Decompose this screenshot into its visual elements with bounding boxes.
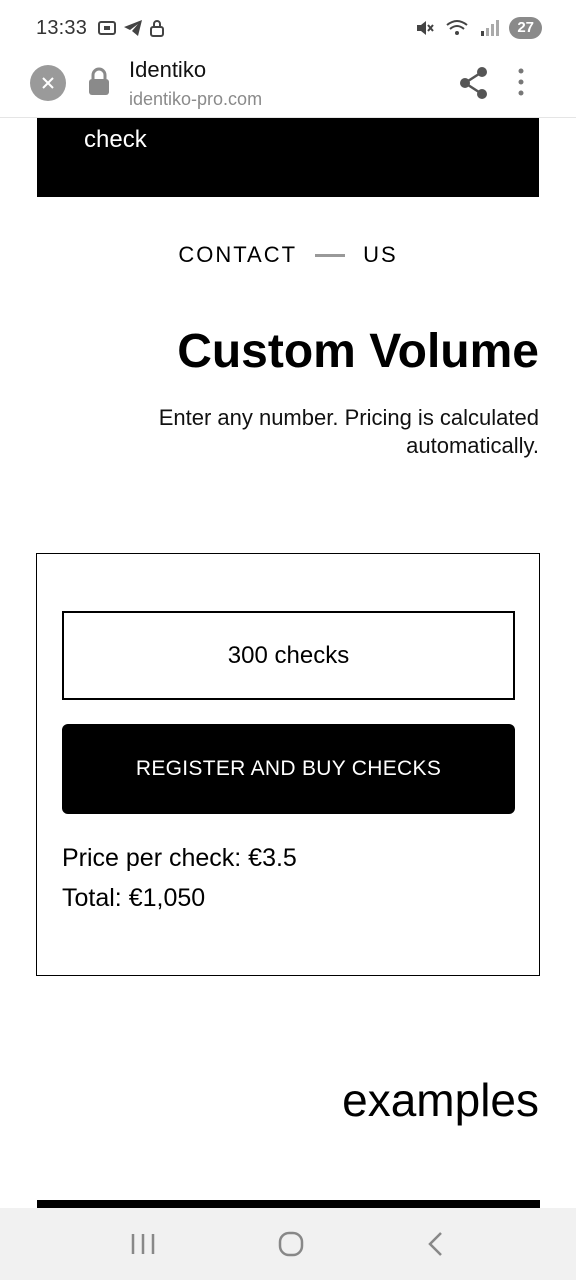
back-icon[interactable]: [425, 1230, 447, 1258]
telegram-icon: [124, 20, 143, 36]
battery-indicator: 27: [509, 17, 542, 39]
lock-icon: [150, 20, 165, 37]
status-time: 13:33: [36, 16, 88, 39]
price-per-check: Price per check: €3.5: [62, 844, 297, 872]
banner-text: check: [84, 126, 147, 153]
register-and-buy-button[interactable]: REGISTER AND BUY CHECKS: [62, 724, 515, 814]
close-tab-button[interactable]: [30, 65, 66, 101]
us-word: US: [363, 242, 398, 267]
site-url[interactable]: identiko-pro.com: [129, 89, 262, 110]
signal-icon: [481, 20, 500, 36]
custom-volume-title: Custom Volume: [177, 325, 539, 378]
section-divider: [37, 1200, 540, 1208]
share-icon[interactable]: [458, 66, 490, 100]
total-price: Total: €1,050: [62, 884, 206, 912]
site-title[interactable]: Identiko: [129, 57, 206, 83]
browser-url-bar: Identiko identiko-pro.com: [0, 56, 576, 118]
wifi-icon: [446, 20, 468, 35]
custom-volume-card: REGISTER AND BUY CHECKS Price per check:…: [36, 553, 540, 976]
custom-volume-subtitle: Enter any number. Pricing is calculated …: [158, 405, 539, 458]
mute-icon: [417, 21, 435, 35]
contact-word: CONTACT: [178, 242, 298, 267]
screenshot-icon: [98, 21, 117, 35]
dark-banner: check: [37, 118, 539, 197]
close-icon: [42, 77, 54, 89]
page-content: check CONTACT US Custom Volume Enter any…: [0, 118, 576, 1208]
secure-lock-icon[interactable]: [88, 67, 110, 97]
system-nav-bar: [0, 1208, 576, 1280]
contact-dash: [315, 253, 346, 257]
home-icon[interactable]: [276, 1229, 306, 1259]
recent-apps-icon[interactable]: [129, 1231, 157, 1257]
examples-title: examples: [342, 1074, 539, 1126]
contact-us-link[interactable]: CONTACT US: [0, 242, 576, 268]
status-bar: 13:33 27: [0, 0, 576, 56]
more-options-icon[interactable]: [516, 68, 526, 96]
checks-quantity-input[interactable]: [62, 611, 515, 700]
